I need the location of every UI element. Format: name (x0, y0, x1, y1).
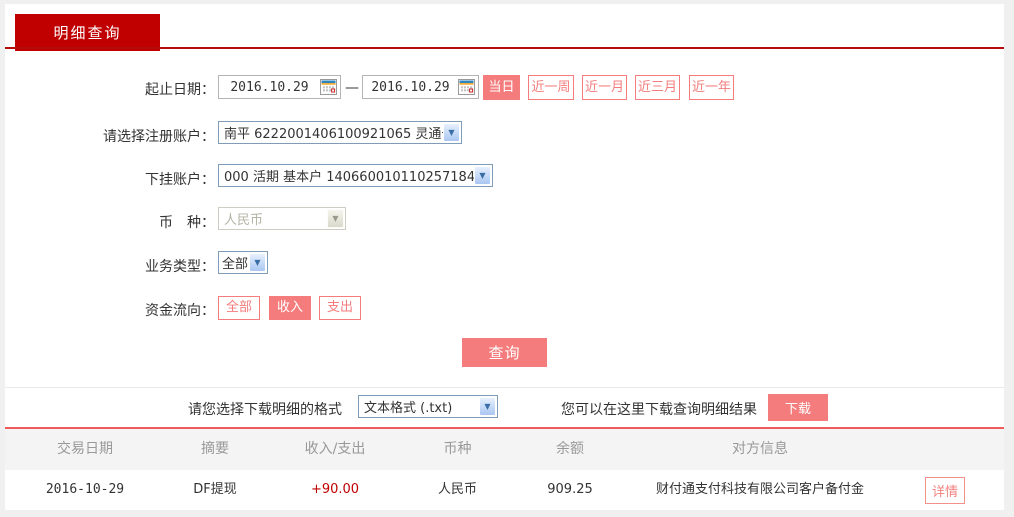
download-button[interactable]: 下载 (768, 394, 828, 421)
chevron-down-icon: ▼ (479, 397, 496, 416)
currency-value: 人民币 (224, 213, 264, 228)
chevron-down-icon: ▼ (443, 123, 460, 142)
currency-label: 币 种： (159, 215, 215, 231)
cell-date: 2016-10-29 (45, 482, 125, 497)
business-type-value: 全部 (222, 257, 249, 272)
tab-label: 明细查询 (53, 24, 122, 42)
quick-range-month-button[interactable]: 近一月 (582, 75, 627, 100)
col-header-summary: 摘要 (201, 441, 229, 457)
quick-range-year-button[interactable]: 近一年 (689, 75, 734, 100)
col-header-counterparty: 对方信息 (732, 441, 788, 457)
calendar-icon[interactable] (320, 79, 337, 95)
register-account-value: 南平 6222001406100921065 灵通卡 (224, 127, 443, 142)
download-format-label: 请您选择下载明细的格式 (188, 402, 342, 418)
cell-balance: 909.25 (547, 482, 593, 497)
cell-counterparty: 财付通支付科技有限公司客户备付金 (655, 482, 864, 497)
download-format-value: 文本格式 (.txt) (364, 401, 453, 416)
quick-range-today-button[interactable]: 当日 (483, 75, 520, 100)
col-header-date: 交易日期 (57, 441, 113, 457)
detail-query-page: 明细查询 起止日期： — (0, 0, 1014, 517)
query-button[interactable]: 查询 (462, 338, 547, 367)
date-from-box (218, 75, 341, 99)
register-account-select[interactable]: 南平 6222001406100921065 灵通卡 ▼ (218, 121, 462, 144)
sub-account-select[interactable]: 000 活期 基本户 1406600101102571848 ▼ (218, 164, 493, 187)
business-type-select[interactable]: 全部 ▼ (218, 251, 268, 274)
fund-flow-label: 资金流向： (145, 303, 215, 319)
col-header-amount: 收入/支出 (304, 441, 366, 457)
download-hint: 您可以在这里下载查询明细结果 (561, 402, 757, 418)
download-format-select[interactable]: 文本格式 (.txt) ▼ (358, 395, 498, 418)
chevron-down-icon: ▼ (327, 209, 344, 228)
sub-account-value: 000 活期 基本户 1406600101102571848 (224, 170, 474, 185)
sub-account-label: 下挂账户： (145, 172, 215, 188)
row-detail-button[interactable]: 详情 (925, 477, 965, 504)
fund-flow-income-button[interactable]: 收入 (269, 296, 311, 320)
quick-range-week-button[interactable]: 近一周 (528, 75, 574, 100)
chevron-down-icon: ▼ (249, 253, 266, 272)
fund-flow-expense-button[interactable]: 支出 (319, 296, 361, 320)
cell-currency: 人民币 (437, 482, 477, 497)
quick-range-quarter-button[interactable]: 近三月 (635, 75, 680, 100)
date-to-box (362, 75, 479, 99)
cell-amount: +90.00 (310, 482, 360, 497)
cell-summary: DF提现 (193, 482, 237, 497)
col-header-balance: 余额 (556, 441, 584, 457)
col-header-currency: 币种 (443, 441, 472, 457)
tab-underline (5, 47, 1004, 49)
business-type-label: 业务类型： (145, 259, 215, 275)
currency-select: 人民币 ▼ (218, 207, 346, 230)
section-divider (5, 387, 1004, 388)
chevron-down-icon: ▼ (474, 166, 491, 185)
date-range-label: 起止日期： (145, 82, 215, 98)
date-from-input[interactable] (219, 76, 320, 98)
tab-detail-query[interactable]: 明细查询 (15, 14, 160, 51)
fund-flow-all-button[interactable]: 全部 (218, 296, 260, 320)
date-range-separator: — (345, 80, 359, 96)
register-account-label: 请选择注册账户： (103, 129, 215, 145)
date-to-input[interactable] (363, 76, 458, 98)
calendar-icon[interactable] (458, 79, 475, 95)
